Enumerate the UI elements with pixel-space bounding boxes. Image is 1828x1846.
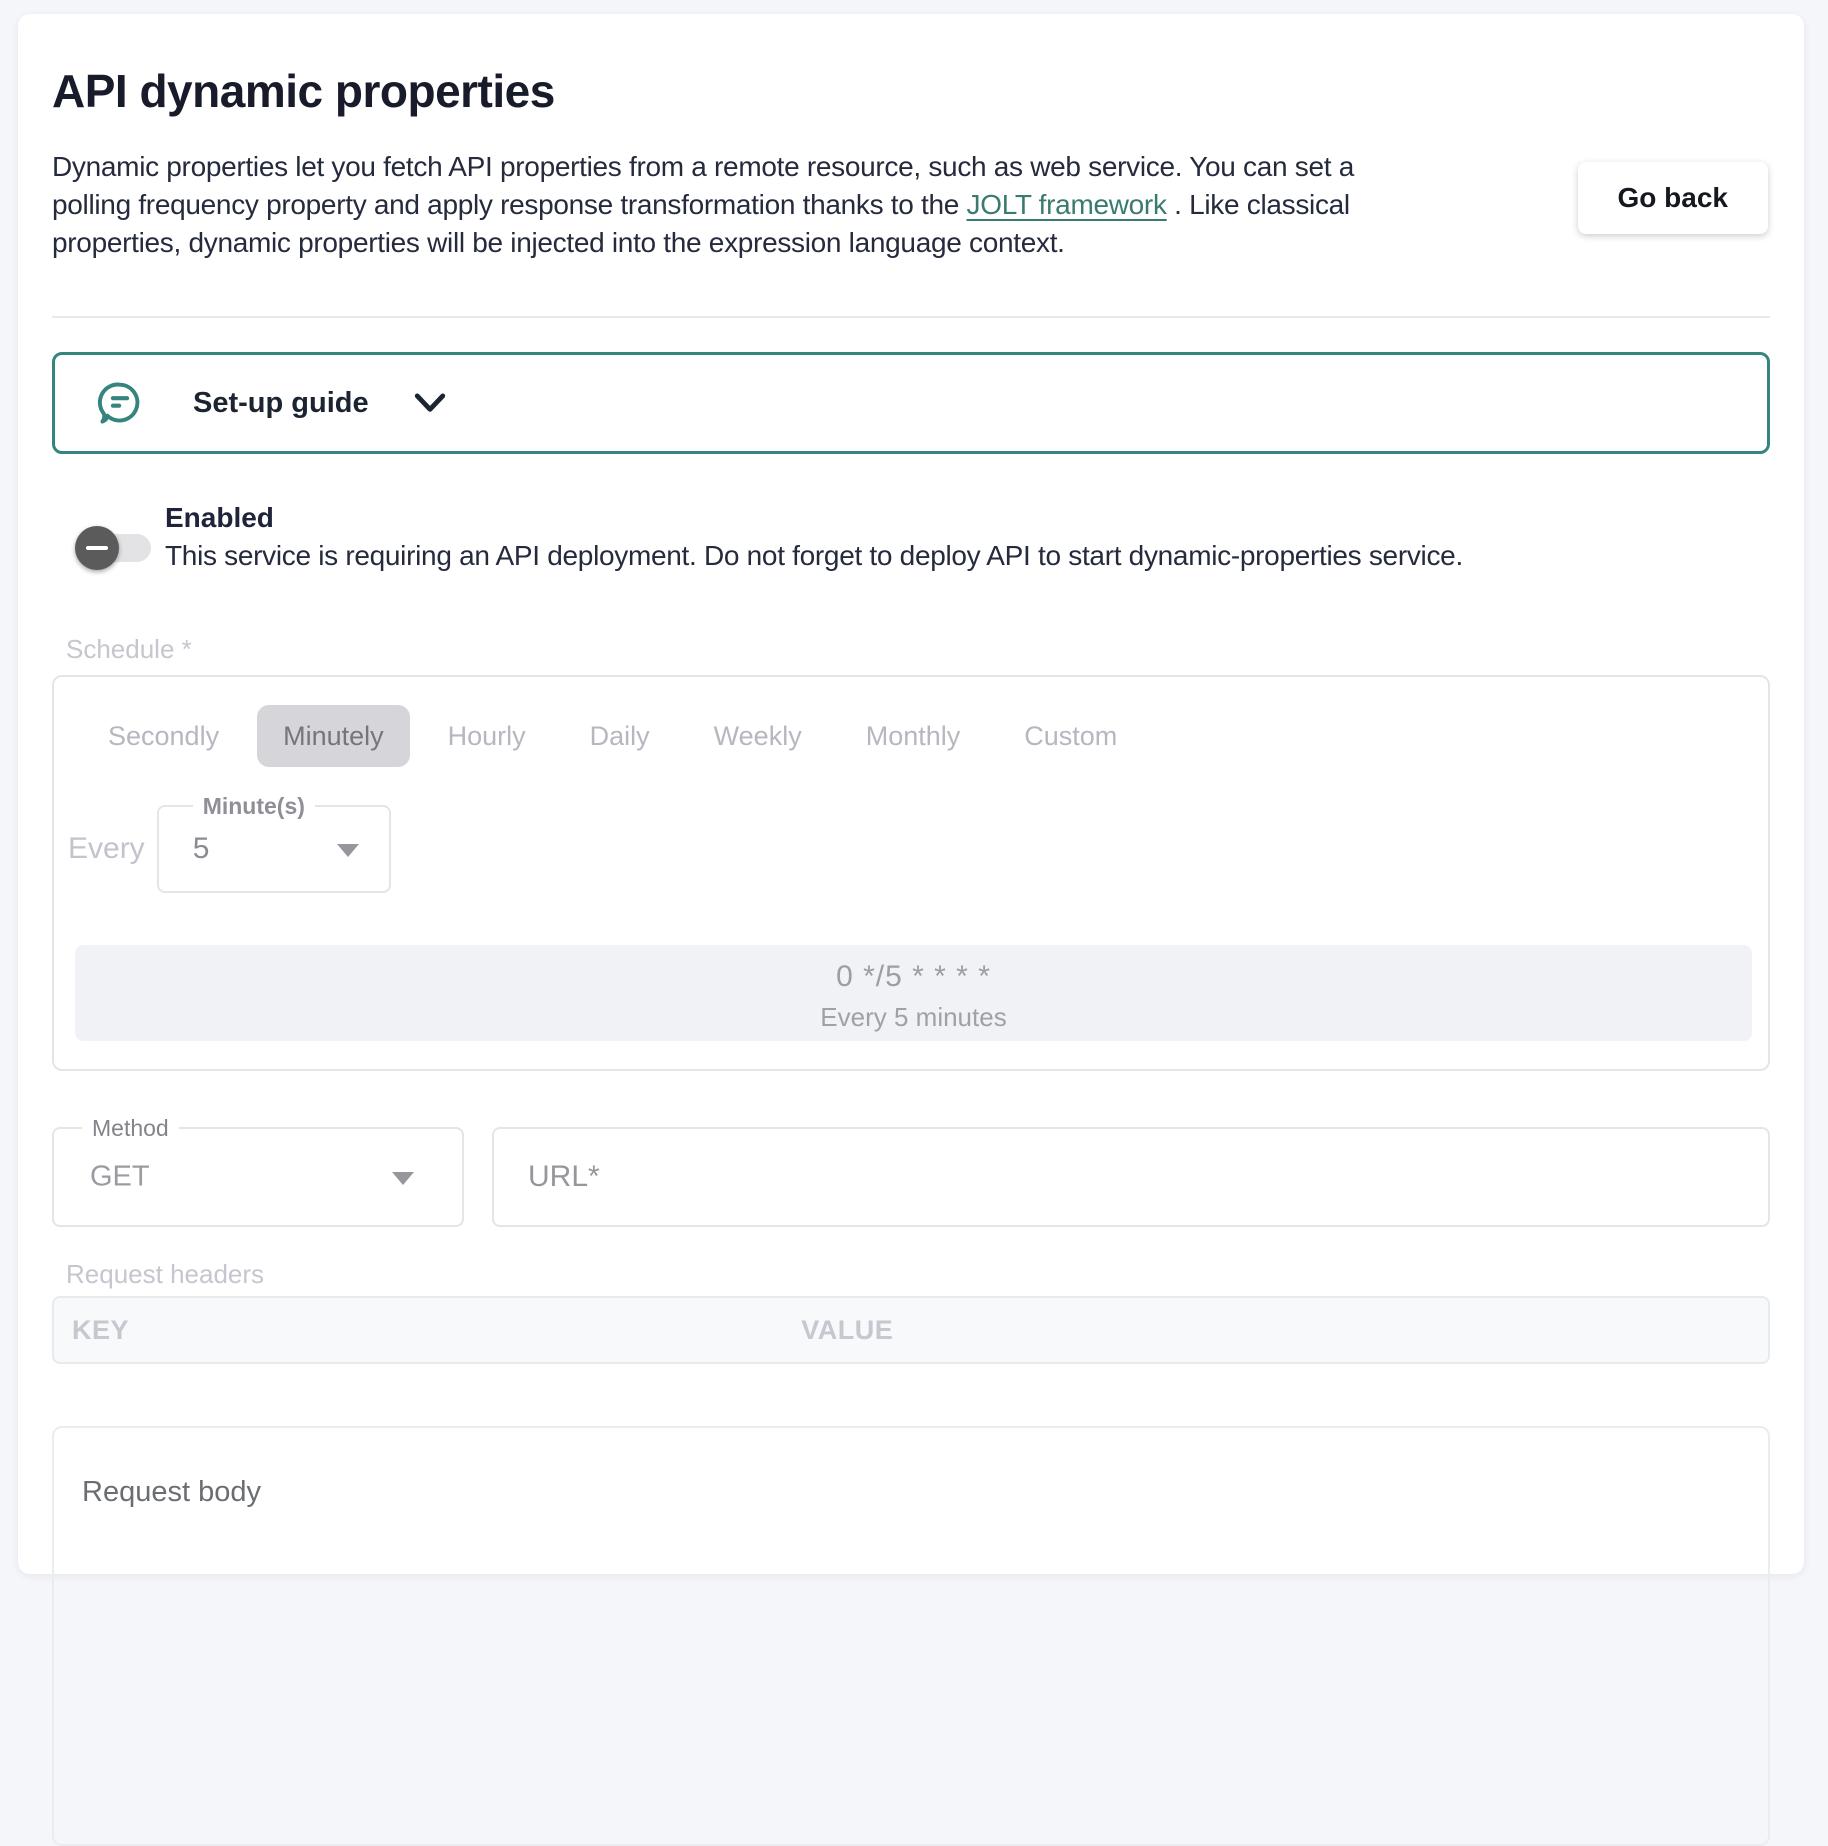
every-row: Every Minute(s) 5 xyxy=(68,805,1752,893)
method-select-label: Method xyxy=(82,1115,179,1142)
toggle-off-dash-icon xyxy=(86,546,108,550)
minutes-select-value: 5 xyxy=(193,832,210,866)
method-select-value: GET xyxy=(90,1161,150,1194)
schedule-box: Secondly Minutely Hourly Daily Weekly Mo… xyxy=(52,675,1770,1071)
page-header: API dynamic properties Dynamic propertie… xyxy=(52,64,1770,262)
header-divider xyxy=(52,316,1770,318)
cron-expression: 0 */5 * * * * xyxy=(75,960,1752,994)
minutes-select[interactable]: Minute(s) 5 xyxy=(157,805,391,893)
dropdown-caret-icon xyxy=(392,1172,414,1185)
tab-monthly[interactable]: Monthly xyxy=(840,705,987,767)
method-url-row: Method GET xyxy=(52,1127,1770,1227)
schedule-section: Schedule * Secondly Minutely Hourly Dail… xyxy=(52,634,1770,1071)
request-body-label: Request body xyxy=(82,1476,1740,1509)
enabled-toggle-texts: Enabled This service is requiring an API… xyxy=(165,500,1463,574)
toggle-thumb-off xyxy=(75,526,119,570)
url-input[interactable] xyxy=(494,1129,1768,1225)
minutes-select-label: Minute(s) xyxy=(193,793,315,820)
key-column-header: KEY xyxy=(72,1315,801,1346)
tab-secondly[interactable]: Secondly xyxy=(82,705,245,767)
method-select[interactable]: Method GET xyxy=(52,1127,464,1227)
cron-readable-text: Every 5 minutes xyxy=(75,1002,1752,1033)
setup-guide-label: Set-up guide xyxy=(193,387,369,420)
tab-minutely[interactable]: Minutely xyxy=(257,705,410,767)
api-dynamic-properties-card: API dynamic properties Dynamic propertie… xyxy=(18,14,1804,1574)
tab-weekly[interactable]: Weekly xyxy=(688,705,828,767)
schedule-tabs: Secondly Minutely Hourly Daily Weekly Mo… xyxy=(82,705,1752,767)
chevron-down-icon[interactable] xyxy=(413,391,447,415)
page-description: Dynamic properties let you fetch API pro… xyxy=(52,148,1422,262)
value-column-header: VALUE xyxy=(801,1315,1768,1346)
chat-bubble-icon xyxy=(95,378,145,428)
request-headers-table-header: KEY VALUE xyxy=(52,1296,1770,1364)
enabled-description: This service is requiring an API deploym… xyxy=(165,538,1463,574)
tab-hourly[interactable]: Hourly xyxy=(422,705,552,767)
schedule-label: Schedule * xyxy=(66,634,1770,665)
enabled-toggle-row: Enabled This service is requiring an API… xyxy=(52,500,1770,574)
cron-preview-box: 0 */5 * * * * Every 5 minutes xyxy=(75,945,1752,1041)
request-headers-label: Request headers xyxy=(66,1259,1770,1290)
tab-custom[interactable]: Custom xyxy=(998,705,1143,767)
tab-daily[interactable]: Daily xyxy=(564,705,676,767)
request-body-field[interactable]: Request body xyxy=(52,1426,1770,1846)
go-back-button[interactable]: Go back xyxy=(1578,162,1768,234)
enabled-toggle[interactable] xyxy=(75,526,151,570)
every-label: Every xyxy=(68,832,145,866)
page-title: API dynamic properties xyxy=(52,64,1770,118)
url-field xyxy=(492,1127,1770,1227)
enabled-label: Enabled xyxy=(165,500,1463,536)
jolt-framework-link[interactable]: JOLT framework xyxy=(967,189,1167,220)
dropdown-caret-icon xyxy=(337,844,359,857)
setup-guide-panel[interactable]: Set-up guide xyxy=(52,352,1770,454)
